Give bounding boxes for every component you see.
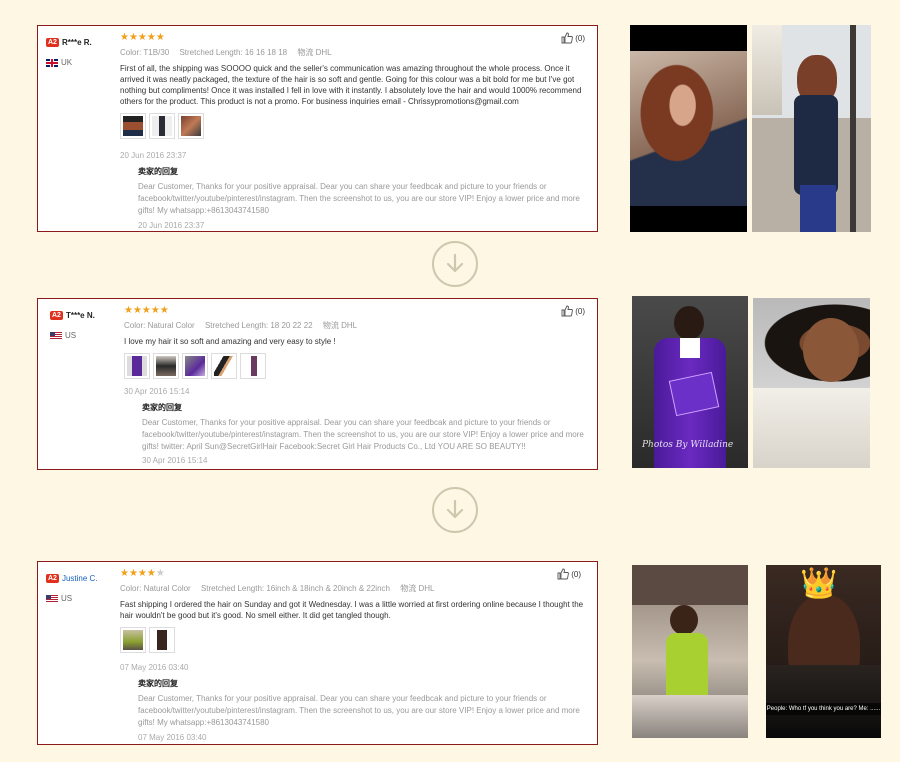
seller-reply-title: 卖家的回复	[138, 679, 178, 688]
star-rating: ★★★★★	[120, 32, 165, 43]
seller-reply-title: 卖家的回复	[138, 167, 178, 176]
reviewer-info: A2 Justine C. US	[46, 570, 116, 603]
review-photo-thumbnail[interactable]	[120, 627, 146, 653]
uk-flag-icon	[46, 58, 58, 67]
review-photo-thumbnail[interactable]	[149, 627, 175, 653]
country-label: UK	[61, 58, 73, 67]
color-label: Color:	[124, 321, 146, 330]
customer-photo[interactable]	[753, 298, 870, 468]
color-value: Natural Color	[147, 321, 195, 330]
seller-reply-date: 07 May 2016 03:40	[138, 733, 207, 742]
reviewer-country: US	[46, 594, 116, 603]
seller-reply-title: 卖家的回复	[142, 403, 182, 412]
crown-icon: 👑	[800, 567, 838, 600]
review-photo-thumbnail[interactable]	[124, 353, 150, 379]
seller-reply: 卖家的回复 Dear Customer, Thanks for your pos…	[138, 166, 587, 230]
customer-photo[interactable]	[630, 25, 747, 232]
review-thumbnails	[120, 113, 587, 139]
length-label: Stretched Length:	[204, 321, 269, 330]
seller-reply-date: 20 Jun 2016 23:37	[138, 221, 205, 230]
length-value: 18 20 22 22	[270, 321, 313, 330]
product-attributes: Color: Natural Color Stretched Length: 1…	[124, 320, 587, 331]
reviewer-country: UK	[46, 58, 116, 67]
review-text: First of all, the shipping was SOOOO qui…	[120, 64, 582, 106]
review-photo-thumbnail[interactable]	[178, 113, 204, 139]
shipping-label: 物流	[322, 321, 339, 330]
length-value: 16 16 18 18	[244, 48, 288, 57]
reviewer-country: US	[50, 331, 120, 340]
customer-photo[interactable]: Photos By Willadine	[632, 296, 748, 468]
level-badge: A2	[46, 38, 59, 48]
seller-reply: 卖家的回复 Dear Customer, Thanks for your pos…	[138, 678, 587, 742]
review-card: A2 T***e N. US (0) ★★★★★ Color: Natural C…	[37, 298, 598, 470]
shipping-value: DHL	[315, 48, 332, 57]
seller-reply-text: Dear Customer, Thanks for your positive …	[138, 694, 580, 727]
shipping-label: 物流	[400, 584, 417, 593]
review-date: 30 Apr 2016 15:14	[124, 387, 190, 396]
color-value: Natural Color	[143, 584, 191, 593]
us-flag-icon	[50, 331, 62, 340]
color-label: Color:	[120, 584, 142, 593]
photo-caption: People: Who tf you think you are? Me: ..…	[766, 703, 881, 715]
review-card: A2 Justine C. US (0) ★★★★★ Color: Natural…	[37, 561, 598, 745]
arrow-down-circle-icon	[432, 241, 478, 287]
reviewer-info: A2 T***e N. US	[50, 307, 120, 340]
review-photo-thumbnail[interactable]	[182, 353, 208, 379]
star-rating: ★★★★★	[120, 568, 165, 579]
us-flag-icon	[46, 594, 58, 603]
shipping-label: 物流	[297, 48, 314, 57]
review-card: A2 R***e R. UK (0) ★★★★★ Color: T1B/30 St…	[37, 25, 598, 232]
shipping-value: DHL	[341, 321, 358, 330]
star-rating: ★★★★★	[124, 305, 169, 316]
review-thumbnails	[120, 627, 587, 653]
color-label: Color:	[120, 48, 142, 57]
review-thumbnails	[124, 353, 587, 379]
level-badge: A2	[50, 311, 63, 321]
product-attributes: Color: Natural Color Stretched Length: 1…	[120, 583, 587, 594]
shipping-value: DHL	[418, 584, 435, 593]
review-date: 07 May 2016 03:40	[120, 663, 189, 672]
review-text: I love my hair it so soft and amazing an…	[124, 337, 336, 346]
length-value: 16inch & 18inch & 20inch & 22inch	[266, 584, 390, 593]
customer-photo[interactable]	[752, 25, 871, 232]
seller-reply-date: 30 Apr 2016 15:14	[142, 456, 208, 465]
length-label: Stretched Length:	[179, 48, 243, 57]
review-photo-thumbnail[interactable]	[153, 353, 179, 379]
review-photo-thumbnail[interactable]	[149, 113, 175, 139]
reviewer-name: T***e N.	[65, 311, 95, 321]
country-label: US	[65, 331, 77, 340]
product-attributes: Color: T1B/30 Stretched Length: 16 16 18…	[120, 47, 587, 58]
review-text: Fast shipping I ordered the hair on Sund…	[120, 600, 584, 620]
reviewer-name[interactable]: Justine C.	[62, 574, 98, 583]
customer-photo[interactable]: 👑 People: Who tf you think you are? Me: …	[766, 565, 881, 738]
reviewer-info: A2 R***e R. UK	[46, 34, 116, 67]
length-label: Stretched Length:	[200, 584, 265, 593]
seller-reply-text: Dear Customer, Thanks for your positive …	[142, 418, 584, 451]
photo-watermark: Photos By Willadine	[642, 440, 734, 450]
color-value: T1B/30	[143, 48, 170, 57]
arrow-down-circle-icon	[432, 487, 478, 533]
review-photo-thumbnail[interactable]	[240, 353, 266, 379]
seller-reply-text: Dear Customer, Thanks for your positive …	[138, 182, 580, 215]
customer-photo[interactable]	[632, 565, 748, 738]
reviewer-name: R***e R.	[61, 38, 92, 48]
review-photo-thumbnail[interactable]	[120, 113, 146, 139]
review-date: 20 Jun 2016 23:37	[120, 151, 187, 160]
seller-reply: 卖家的回复 Dear Customer, Thanks for your pos…	[142, 402, 587, 465]
level-badge: A2	[46, 574, 59, 584]
review-photo-thumbnail[interactable]	[211, 353, 237, 379]
country-label: US	[61, 594, 73, 603]
